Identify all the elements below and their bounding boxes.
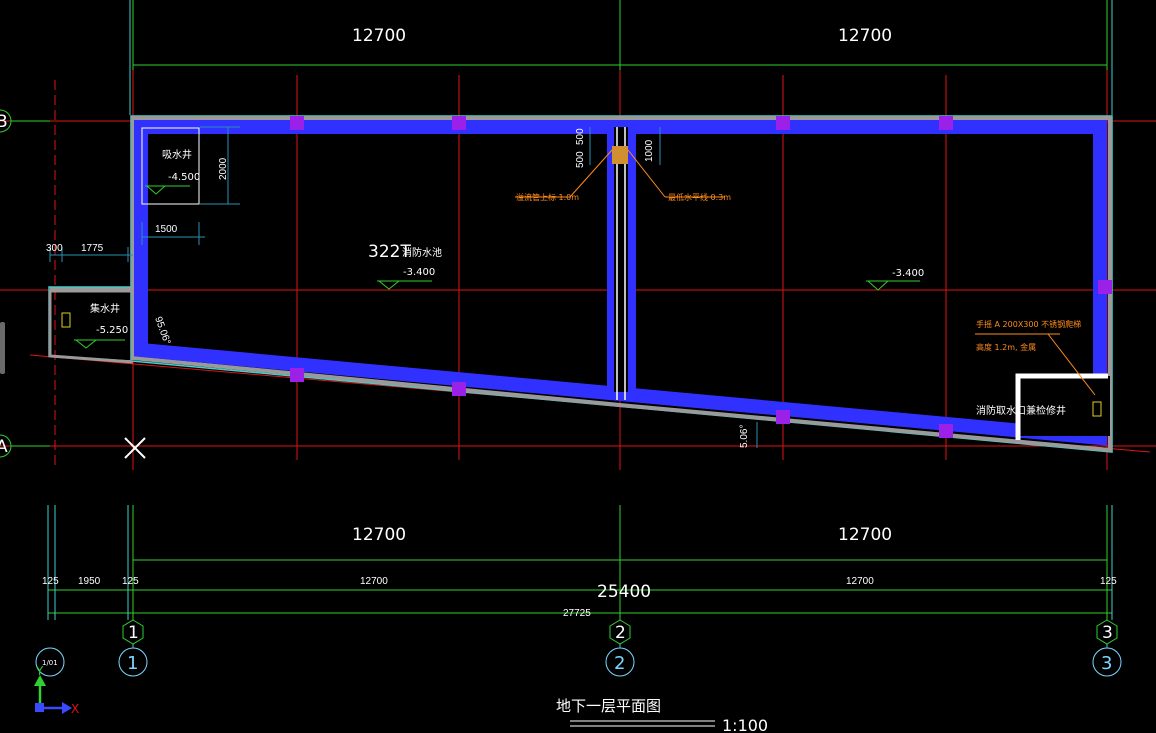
col-axis-3b: 3 [1101,653,1112,674]
note-ladder-1: 手摇 A 200X300 不锈钢爬梯 [976,319,1081,329]
dim-small-0: 125 [42,576,59,587]
pump-well-label: 消防取水口兼检修井 [976,404,1066,417]
dim-total-span: 25400 [597,582,651,602]
suction-well[interactable]: 吸水井 -4.500 [141,127,200,205]
col-axis-2b: 2 [614,653,625,674]
dim-lines-top [129,0,1113,115]
note-ladder-2: 高度 1.2m, 金属 [976,342,1036,352]
pool-name: 消防水池 [402,246,442,259]
angle-right: 5.06° [739,425,750,448]
dim-bottom-left: 12700 [352,525,406,545]
dim-300: 300 [46,243,63,254]
dim-overall: 27725 [563,608,591,619]
dim-2000: 2000 [218,157,229,180]
dim-1000: 1000 [644,139,655,162]
collect-well-level: -5.250 [96,325,128,336]
dim-bottom-right: 12700 [838,525,892,545]
dim-small-1: 1950 [78,576,101,587]
pool-level-left: -3.400 [403,267,435,278]
angle-left: 95.06° [152,315,172,346]
col-axis-1b: 1 [127,653,138,674]
col-axis-3: 3 [1102,623,1113,643]
dim-500a: 500 [575,128,586,145]
dim-row-small: 125 1950 125 12700 12700 125 [42,576,1117,587]
inner-blue-wall[interactable] [134,120,1110,446]
suction-well-label: 吸水井 [162,148,192,161]
note-lowwater: 最低水平线 0.3m [668,192,731,202]
cad-drawing-canvas[interactable]: 吸水井 -4.500 集水井 -5.250 322T 消防水池 -3.400 -… [0,0,1156,733]
suction-well-level: -4.500 [168,172,200,183]
collect-well-label: 集水井 [90,302,120,315]
dim-small-4: 12700 [846,576,874,587]
note-overflow: 溢流管上标 1.0m [516,192,579,202]
col-axis-1: 1 [128,623,139,643]
dim-small-3: 12700 [360,576,388,587]
cross-marker [124,437,146,459]
collect-well[interactable]: 集水井 -5.250 [61,302,128,349]
dim-top-right: 12700 [838,26,892,46]
col-axis-2: 2 [615,623,626,643]
ucs-y-label: Y [35,664,44,678]
dim-1775: 1775 [81,243,104,254]
row-axis-markers: B A [0,109,50,458]
dim-top-left: 12700 [352,26,406,46]
row-axis-B: B [0,112,8,132]
drawing-title: 地下一层平面图 [556,697,661,715]
pool-area[interactable]: 322T 消防水池 -3.400 -3.400 [368,242,924,291]
drawing-title-block: 地下一层平面图 1:100 [556,697,768,733]
dim-small-2: 125 [122,576,139,587]
pool-level-right: -3.400 [892,268,924,279]
annotations: 溢流管上标 1.0m 最低水平线 0.3m 手摇 A 200X300 不锈钢爬梯… [515,149,1096,396]
ucs-x-label: X [71,702,79,716]
dim-500b: 500 [575,151,586,168]
drawing-scale: 1:100 [722,716,768,733]
ucs-icon: Y X [34,664,79,716]
col-axis-markers: 1 2 3 1 2 3 1/01 [35,619,1122,677]
dim-lines-bottom [47,505,1113,620]
col-axis-sub: 1/01 [42,659,58,667]
dim-small-5: 125 [1100,576,1117,587]
side-panel-handle[interactable] [0,322,5,374]
row-axis-A: A [0,437,8,457]
dim-1500: 1500 [155,224,178,235]
